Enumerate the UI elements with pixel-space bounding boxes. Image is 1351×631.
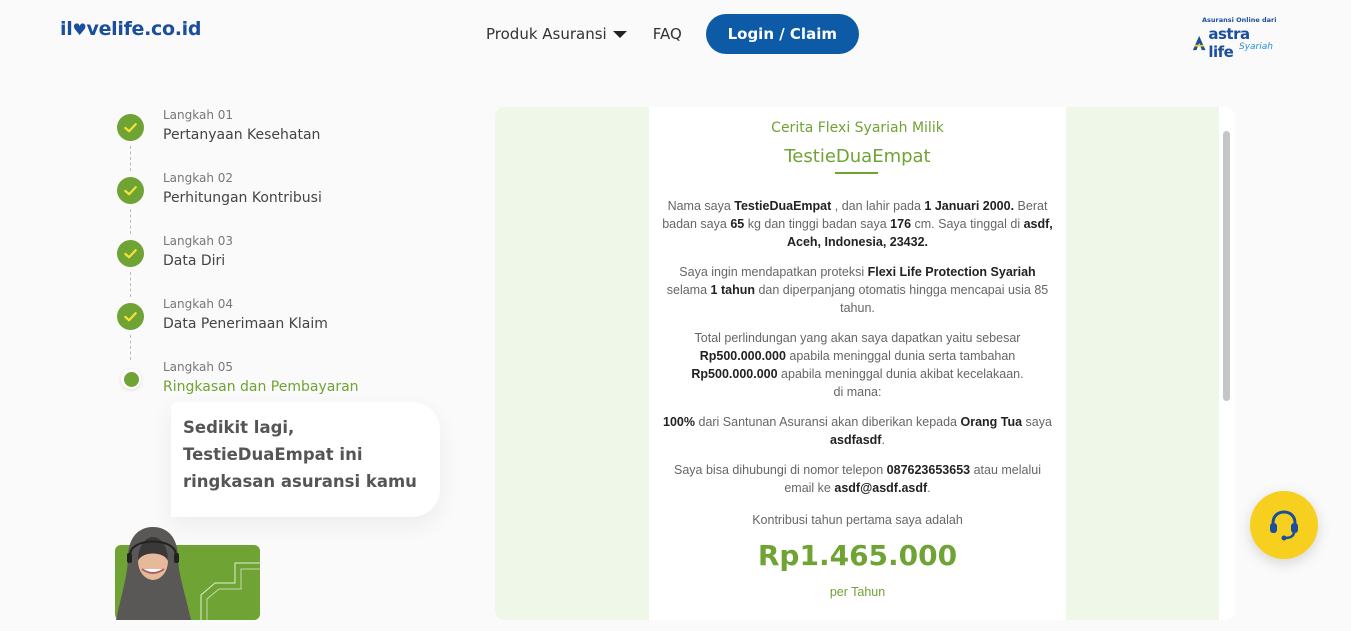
step-number: Langkah 01 [163, 108, 234, 122]
beneficiary-relation: Orang Tua [960, 415, 1023, 429]
step-done-indicator [117, 240, 144, 267]
help-chat-button[interactable] [1250, 491, 1318, 559]
logo-text-pre: il [60, 18, 73, 40]
step-3: Langkah 03 Data Diri [117, 234, 437, 297]
step-done-indicator [117, 303, 144, 330]
step-connector [130, 272, 131, 297]
holder-name: TestieDuaEmpat [734, 199, 832, 213]
check-icon [124, 249, 137, 259]
step-2: Langkah 02 Perhitungan Kontribusi [117, 171, 437, 234]
contribution-label: Kontribusi tahun pertama saya adalah [752, 513, 963, 527]
header: il♥velife.co.id Produk Asuransi FAQ Logi… [0, 0, 1351, 68]
nav-products-label: Produk Asuransi [486, 25, 607, 43]
paragraph-identity: Nama saya TestieDuaEmpat , dan lahir pad… [662, 199, 1053, 249]
paragraph-beneficiary: 100% dari Santunan Asuransi akan diberik… [663, 415, 1052, 447]
check-icon [124, 312, 137, 322]
nav-products[interactable]: Produk Asuransi [486, 25, 627, 43]
contribution-period: per Tahun [829, 585, 886, 599]
summary-story: Cerita Flexi Syariah Milik TestieDuaEmpa… [649, 107, 1066, 620]
bubble-line-1: Sedikit lagi, [183, 418, 295, 437]
contact-phone: 087623653653 [886, 463, 971, 477]
coverage-amount-1: Rp500.000.000 [699, 349, 786, 363]
step-title: Ringkasan dan Pembayaran [163, 379, 359, 395]
check-icon [124, 123, 137, 133]
caret-down-icon [612, 30, 627, 38]
logo-text-post: velife.co.id [86, 18, 202, 40]
headset-icon [1270, 510, 1298, 541]
astra-a-icon [1192, 35, 1206, 51]
product-name: Flexi Life Protection Syariah [867, 265, 1036, 279]
step-done-indicator [117, 177, 144, 204]
paragraph-coverage: Total perlindungan yang akan saya dapatk… [691, 331, 1024, 399]
speech-bubble: Sedikit lagi, TestieDuaEmpat ini ringkas… [171, 402, 440, 517]
holder-weight: 65 [730, 217, 745, 231]
step-number: Langkah 05 [163, 360, 234, 374]
heart-icon: ♥ [72, 20, 87, 39]
scrollbar-thumb[interactable] [1223, 131, 1230, 401]
main-nav: Produk Asuransi FAQ Login / Claim [486, 14, 859, 54]
step-number: Langkah 02 [163, 171, 234, 185]
product-period: 1 tahun [710, 283, 755, 297]
step-connector [130, 335, 131, 360]
holder-dob: 1 Januari 2000. [924, 199, 1015, 213]
beneficiary-name: asdfasdf [830, 433, 882, 447]
paragraph-contact: Saya bisa dihubungi di nomor telepon 087… [674, 463, 1041, 495]
login-claim-button[interactable]: Login / Claim [705, 14, 859, 54]
brand-top-text: Asuransi Online dari [1202, 16, 1277, 24]
holder-height: 176 [890, 217, 912, 231]
story-label: Cerita Flexi Syariah Milik [771, 120, 944, 136]
step-1: Langkah 01 Pertanyaan Kesehatan [117, 108, 437, 171]
summary-panel: Cerita Flexi Syariah Milik TestieDuaEmpa… [495, 107, 1235, 620]
agent-avatar [116, 527, 191, 620]
paragraph-product: Saya ingin mendapatkan proteksi Flexi Li… [666, 265, 1049, 315]
contact-email: asdf@asdf.asdf [834, 481, 928, 495]
benefit-percentage: 100% [663, 415, 696, 429]
story-underline [835, 172, 878, 174]
nav-faq[interactable]: FAQ [653, 25, 682, 43]
step-connector [130, 209, 131, 234]
bubble-line-2: TestieDuaEmpat ini [183, 445, 363, 464]
bubble-line-3: ringkasan asuransi kamu [183, 472, 417, 491]
story-name: TestieDuaEmpat [784, 146, 931, 167]
step-title: Perhitungan Kontribusi [163, 190, 322, 206]
check-icon [124, 186, 137, 196]
step-4: Langkah 04 Data Penerimaan Klaim [117, 297, 437, 360]
step-title: Data Diri [163, 253, 226, 269]
step-connector [130, 146, 131, 171]
astra-life-syariah-logo: Asuransi Online dari astra life Syariah [1192, 16, 1277, 61]
contribution-price: Rp1.465.000 [757, 539, 958, 572]
coverage-amount-2: Rp500.000.000 [691, 367, 778, 381]
step-done-indicator [117, 114, 144, 141]
site-logo[interactable]: il♥velife.co.id [60, 18, 202, 40]
step-active-indicator [121, 369, 141, 389]
step-title: Data Penerimaan Klaim [163, 316, 328, 332]
step-number: Langkah 04 [163, 297, 234, 311]
brand-sub: Syariah [1239, 42, 1273, 52]
step-number: Langkah 03 [163, 234, 234, 248]
step-title: Pertanyaan Kesehatan [163, 127, 321, 143]
